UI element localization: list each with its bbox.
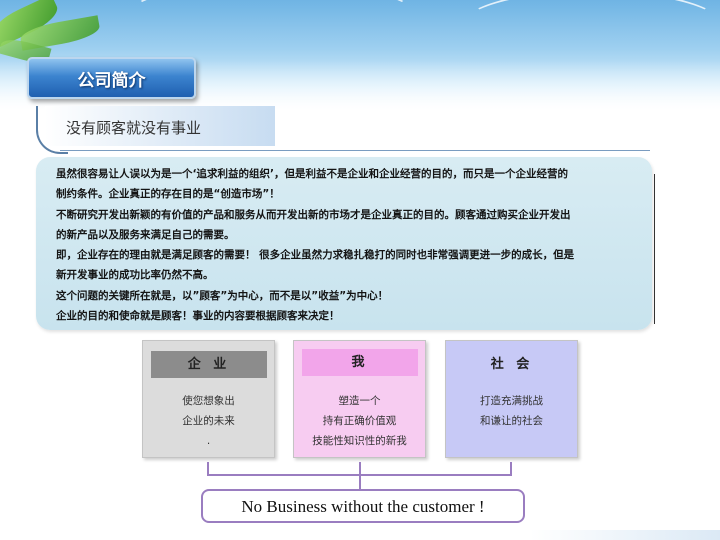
panel-line: 的新产品以及服务来满足自己的需要。 — [56, 229, 235, 241]
column-head: 我 — [302, 349, 418, 376]
slogan-box: No Business without the customer ! — [201, 489, 525, 523]
column-body-line: 塑造一个 — [338, 395, 381, 407]
column-body-line: . — [206, 435, 211, 447]
column-body: 使您想象出 企业的未来 . — [143, 391, 274, 451]
column-body-line: 持有正确价值观 — [322, 415, 397, 427]
title-banner: 公司简介 — [27, 57, 196, 99]
column-society: 社 会 打造充满挑战 和谦让的社会 — [445, 340, 578, 458]
column-enterprise: 企 业 使您想象出 企业的未来 . — [142, 340, 275, 458]
subtitle-underline — [60, 150, 650, 151]
panel-line: 不断研究开发出新颖的有价值的产品和服务从而开发出新的市场才是企业真正的目的。顾客… — [56, 209, 571, 221]
panel-line: 企业的目的和使命就是顾客！事业的内容要根据顾客来决定！ — [56, 310, 340, 322]
bottom-decoration — [530, 530, 720, 540]
subtitle-text: 没有顾客就没有事业 — [66, 119, 202, 137]
panel-line: 虽然很容易让人误以为是一个‘追求利益的组织’，但是利益不是企业和企业经营的目的，… — [56, 168, 568, 180]
column-body-line: 技能性知识性的新我 — [312, 435, 407, 447]
slogan-text: No Business without the customer ! — [241, 497, 485, 516]
column-body: 打造充满挑战 和谦让的社会 — [446, 391, 577, 431]
panel-line: 这个问题的关键所在就是，以”顾客”为中心，而不是以”收益”为中心！ — [56, 290, 389, 302]
intro-panel — [36, 157, 652, 330]
column-self: 我 塑造一个 持有正确价值观 技能性知识性的新我 — [293, 340, 426, 458]
column-body-line: 打造充满挑战 — [480, 395, 543, 407]
column-body-line: 和谦让的社会 — [480, 415, 543, 427]
column-body: 塑造一个 持有正确价值观 技能性知识性的新我 — [294, 391, 425, 451]
panel-edge-line — [654, 174, 655, 324]
page-title: 公司简介 — [77, 71, 146, 91]
subtitle-curve — [36, 106, 68, 154]
column-body-line: 使您想象出 — [182, 395, 235, 407]
column-body-line: 企业的未来 — [182, 415, 235, 427]
bracket-stem — [359, 474, 361, 489]
panel-line: 制约条件。企业真正的存在目的是“创造市场”！ — [56, 188, 280, 200]
column-head: 社 会 — [454, 351, 570, 378]
panel-line: 新开发事业的成功比率仍然不高。 — [56, 269, 214, 281]
panel-line: 即，企业存在的理由就是满足顾客的需要！ 很多企业虽然力求稳扎稳打的同时也非常强调… — [56, 249, 575, 261]
column-head: 企 业 — [151, 351, 267, 378]
